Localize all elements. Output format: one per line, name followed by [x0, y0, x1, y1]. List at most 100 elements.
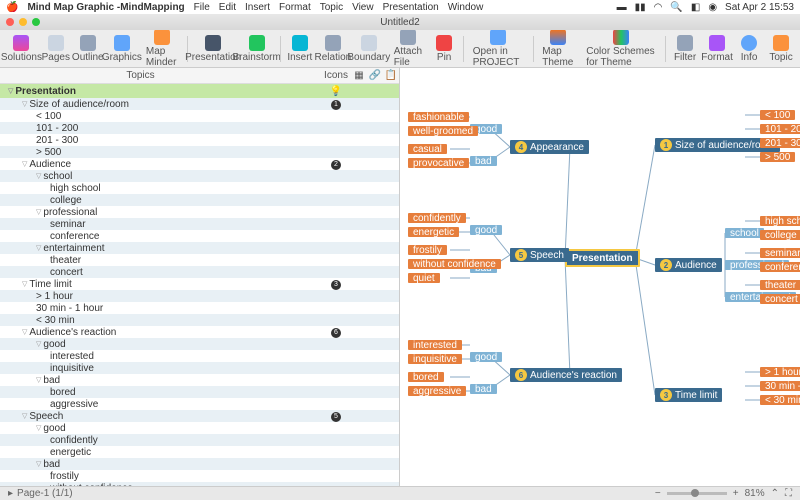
chevron-down-icon[interactable]: ▽: [36, 460, 41, 468]
zoom-chevron-icon[interactable]: ⌃: [771, 488, 779, 499]
zoom-icon[interactable]: [32, 18, 40, 26]
chevron-down-icon[interactable]: ▽: [36, 244, 41, 252]
chevron-down-icon[interactable]: ▽: [36, 424, 41, 432]
zoom-out-button[interactable]: −: [655, 488, 661, 499]
leaf-node[interactable]: frostily: [408, 245, 447, 255]
outline-row[interactable]: confidently: [0, 434, 399, 446]
clock[interactable]: Sat Apr 2 15:53: [725, 2, 794, 13]
outline-row[interactable]: seminar: [0, 218, 399, 230]
menu-topic[interactable]: Topic: [320, 2, 343, 13]
central-node[interactable]: Presentation: [565, 249, 640, 267]
outline-row[interactable]: bored: [0, 386, 399, 398]
leaf-node[interactable]: conference: [760, 262, 800, 272]
chevron-down-icon[interactable]: ▽: [8, 87, 13, 95]
zoom-value[interactable]: 81%: [745, 488, 765, 499]
leaf-node[interactable]: high school: [760, 216, 800, 226]
filter-button[interactable]: Filter: [670, 33, 700, 65]
leaf-node[interactable]: > 500: [760, 152, 795, 162]
relation-button[interactable]: Relation: [317, 33, 349, 65]
leaf-node[interactable]: without confidence: [408, 259, 501, 269]
mindmap-canvas[interactable]: Presentation4Appearancegoodfashionablewe…: [400, 68, 800, 486]
graphics-button[interactable]: Graphics: [105, 33, 139, 65]
chevron-down-icon[interactable]: ▽: [22, 100, 27, 108]
zoom-in-button[interactable]: +: [733, 488, 739, 499]
leaf-node[interactable]: casual: [408, 144, 447, 154]
sub-node[interactable]: good: [470, 352, 502, 362]
search-icon[interactable]: 🔍: [670, 2, 682, 13]
menu-view[interactable]: View: [352, 2, 374, 13]
chevron-down-icon[interactable]: ▽: [36, 340, 41, 348]
zoom-slider[interactable]: [667, 492, 727, 495]
outline-row[interactable]: inquisitive: [0, 362, 399, 374]
leaf-node[interactable]: theater: [760, 280, 800, 290]
battery-icon[interactable]: ▮▮: [635, 2, 646, 13]
outline-row[interactable]: concert: [0, 266, 399, 278]
outline-row[interactable]: interested: [0, 350, 399, 362]
outline-row[interactable]: ▽Size of audience/room1: [0, 98, 399, 110]
leaf-node[interactable]: energetic: [408, 227, 459, 237]
pages-button[interactable]: Pages: [41, 33, 71, 65]
menu-file[interactable]: File: [194, 2, 210, 13]
leaf-node[interactable]: aggressive: [408, 386, 466, 396]
chevron-down-icon[interactable]: ▽: [22, 412, 27, 420]
outline-row[interactable]: ▽Audience2: [0, 158, 399, 170]
leaf-node[interactable]: inquisitive: [408, 354, 462, 364]
leaf-node[interactable]: interested: [408, 340, 462, 350]
outline-row[interactable]: ▽Speech5: [0, 410, 399, 422]
chevron-down-icon[interactable]: ▽: [36, 376, 41, 384]
outline-row[interactable]: ▽good: [0, 422, 399, 434]
pin-button[interactable]: Pin: [429, 33, 459, 65]
outline-row[interactable]: conference: [0, 230, 399, 242]
outline-row[interactable]: high school: [0, 182, 399, 194]
chevron-down-icon[interactable]: ▽: [22, 280, 27, 288]
outline-row[interactable]: ▽bad: [0, 374, 399, 386]
menu-insert[interactable]: Insert: [245, 2, 270, 13]
leaf-node[interactable]: provocative: [408, 158, 469, 168]
chevron-down-icon[interactable]: ▽: [22, 328, 27, 336]
openproject-button[interactable]: Open in PROJECT: [468, 27, 529, 70]
leaf-node[interactable]: quiet: [408, 273, 440, 283]
outline-row[interactable]: 201 - 300: [0, 134, 399, 146]
leaf-node[interactable]: 101 - 200: [760, 124, 800, 134]
outline-row[interactable]: > 500: [0, 146, 399, 158]
outline-row[interactable]: ▽professional: [0, 206, 399, 218]
boundary-button[interactable]: Boundary: [351, 33, 387, 65]
expand-icon[interactable]: ▸: [8, 488, 13, 499]
page-indicator[interactable]: Page-1 (1/1): [17, 488, 73, 499]
maptheme-button[interactable]: Map Theme: [537, 27, 579, 70]
leaf-node[interactable]: well-groomed: [408, 126, 478, 136]
outline-row[interactable]: < 100: [0, 110, 399, 122]
chevron-down-icon[interactable]: ▽: [36, 208, 41, 216]
outline-row[interactable]: aggressive: [0, 398, 399, 410]
col-icon-3[interactable]: 📋: [383, 70, 399, 81]
outline-row[interactable]: ▽Time limit3: [0, 278, 399, 290]
outline-row[interactable]: without confidence: [0, 482, 399, 486]
outline-row[interactable]: ▽entertainment: [0, 242, 399, 254]
flag-icon[interactable]: ▬: [617, 2, 627, 13]
leaf-node[interactable]: 201 - 300: [760, 138, 800, 148]
info-button[interactable]: Info: [734, 33, 764, 65]
menu-window[interactable]: Window: [448, 2, 484, 13]
menu-edit[interactable]: Edit: [219, 2, 236, 13]
menu-presentation[interactable]: Presentation: [383, 2, 439, 13]
col-icon-2[interactable]: 🔗: [367, 70, 383, 81]
control-icon[interactable]: ◧: [691, 2, 700, 13]
leaf-node[interactable]: confidently: [408, 213, 466, 223]
outline-row[interactable]: ▽Audience's reaction6: [0, 326, 399, 338]
sub-node[interactable]: good: [470, 225, 502, 235]
leaf-node[interactable]: 30 min - 1 hour: [760, 381, 800, 391]
fit-icon[interactable]: ⛶: [785, 488, 792, 499]
colorschemes-button[interactable]: Color Schemes for Theme: [581, 27, 661, 70]
leaf-node[interactable]: > 1 hour: [760, 367, 800, 377]
branch-node[interactable]: 3Time limit: [655, 388, 722, 402]
brainstorm-button[interactable]: Brainstorm: [237, 33, 276, 65]
outline-row[interactable]: theater: [0, 254, 399, 266]
leaf-node[interactable]: < 30 min: [760, 395, 800, 405]
outline-row[interactable]: ▽school: [0, 170, 399, 182]
close-icon[interactable]: [6, 18, 14, 26]
leaf-node[interactable]: concert: [760, 294, 800, 304]
sub-node[interactable]: bad: [470, 384, 497, 394]
outline-row[interactable]: < 30 min: [0, 314, 399, 326]
chevron-down-icon[interactable]: ▽: [36, 172, 41, 180]
minimize-icon[interactable]: [19, 18, 27, 26]
